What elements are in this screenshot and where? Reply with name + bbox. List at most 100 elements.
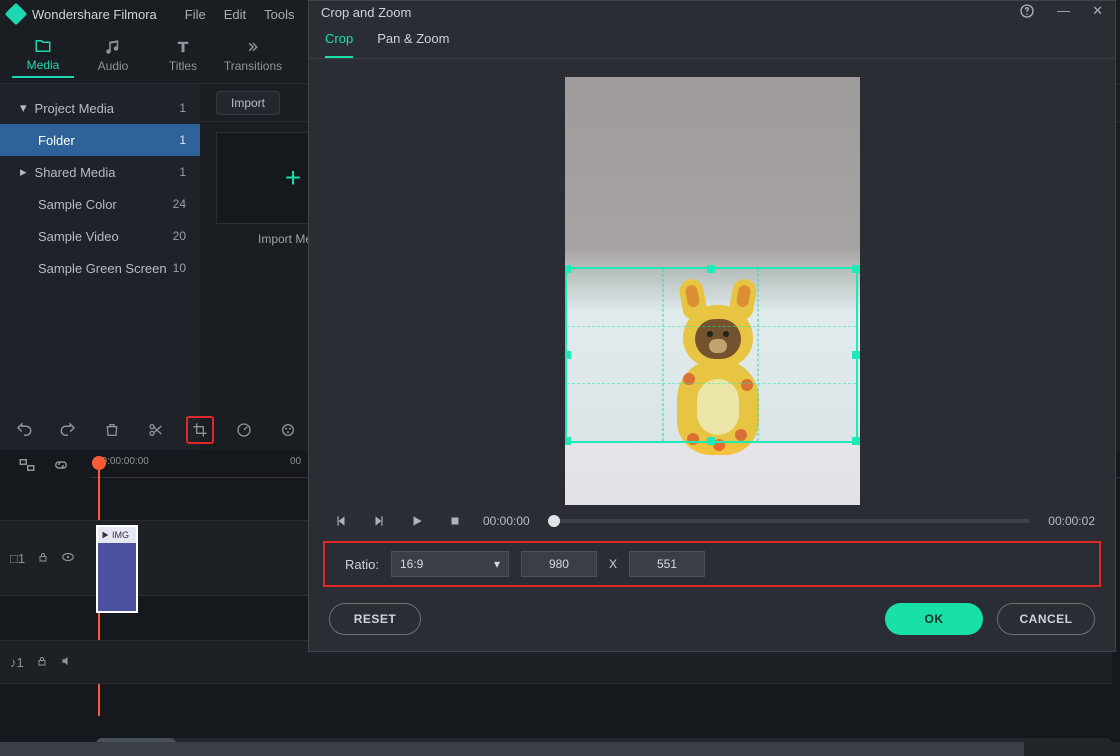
- tab-crop[interactable]: Crop: [325, 31, 353, 58]
- lock-icon[interactable]: [36, 655, 48, 670]
- tree-count: 10: [173, 261, 186, 275]
- dialog-title: Crop and Zoom: [321, 5, 411, 20]
- reset-button[interactable]: RESET: [329, 603, 421, 635]
- app-name: Wondershare Filmora: [32, 7, 157, 22]
- redo-icon[interactable]: [54, 416, 82, 444]
- menu-edit[interactable]: Edit: [224, 7, 246, 22]
- help-icon[interactable]: [1019, 3, 1035, 22]
- music-icon: [104, 38, 122, 56]
- tab-titles[interactable]: Titles: [152, 34, 214, 77]
- speed-icon[interactable]: [230, 416, 258, 444]
- tab-pan-zoom[interactable]: Pan & Zoom: [377, 31, 449, 58]
- minimize-icon[interactable]: —: [1057, 3, 1070, 22]
- tree-label: Sample Color: [38, 197, 117, 212]
- tree-count: 1: [179, 133, 186, 147]
- tab-transitions-label: Transitions: [224, 59, 282, 73]
- import-button[interactable]: Import: [216, 91, 280, 115]
- text-icon: [174, 38, 192, 56]
- tree-shared-media[interactable]: ▸Shared Media 1: [0, 156, 200, 188]
- tab-media[interactable]: Media: [12, 33, 74, 78]
- window-scrollbar[interactable]: [0, 742, 1120, 756]
- time-total: 00:00:02: [1048, 514, 1095, 528]
- tree-label: Sample Video: [38, 229, 119, 244]
- seek-bar[interactable]: [548, 519, 1031, 523]
- color-icon[interactable]: [274, 416, 302, 444]
- tree-count: 20: [173, 229, 186, 243]
- track-id: ♪1: [10, 655, 24, 670]
- track-id: □1: [10, 551, 25, 566]
- crop-handle[interactable]: [852, 265, 860, 273]
- tree-count: 1: [179, 165, 186, 179]
- crop-rectangle[interactable]: [565, 267, 858, 443]
- tab-transitions[interactable]: Transitions: [222, 34, 284, 77]
- tree-label: Project Media: [35, 101, 114, 116]
- lock-icon[interactable]: [37, 551, 49, 566]
- delete-icon[interactable]: [98, 416, 126, 444]
- crop-handle[interactable]: [852, 351, 860, 359]
- close-icon[interactable]: ✕: [1092, 3, 1103, 22]
- main-menu: File Edit Tools Vi: [185, 7, 324, 22]
- next-frame-icon[interactable]: [369, 511, 389, 531]
- group-icon[interactable]: [18, 456, 36, 474]
- tree-count: 1: [179, 101, 186, 115]
- crop-height-input[interactable]: 551: [629, 551, 705, 577]
- tree-project-media[interactable]: ▾ Project Media 1: [0, 92, 200, 124]
- tab-media-label: Media: [27, 58, 60, 72]
- crop-handle[interactable]: [707, 437, 715, 445]
- track-header: ♪1: [0, 654, 86, 671]
- ratio-value: 16:9: [400, 557, 423, 571]
- tree-count: 24: [173, 197, 186, 211]
- dialog-actions: RESET OK CANCEL: [309, 587, 1115, 651]
- clip-label: IMG: [112, 530, 129, 540]
- dialog-tabs: Crop Pan & Zoom: [309, 23, 1115, 59]
- folder-icon: [34, 37, 52, 55]
- transition-icon: [244, 38, 262, 56]
- menu-tools[interactable]: Tools: [264, 7, 294, 22]
- play-icon[interactable]: [407, 511, 427, 531]
- crop-width-input[interactable]: 980: [521, 551, 597, 577]
- tree-sample-green-screen[interactable]: Sample Green Screen 10: [0, 252, 200, 284]
- playback-controls: 00:00:00 00:00:02: [309, 505, 1115, 535]
- stop-icon[interactable]: [445, 511, 465, 531]
- menu-file[interactable]: File: [185, 7, 206, 22]
- ratio-label: Ratio:: [345, 557, 379, 572]
- tree-folder[interactable]: Folder 1: [0, 124, 200, 156]
- tab-audio-label: Audio: [98, 59, 129, 73]
- ratio-bar: Ratio: 16:9 ▾ 980 X 551: [323, 541, 1101, 587]
- tree-label: Sample Green Screen: [38, 261, 167, 276]
- crop-handle[interactable]: [852, 437, 860, 445]
- plus-icon: +: [285, 162, 301, 194]
- clip-header: IMG: [98, 527, 136, 543]
- timecode-tick: 00: [290, 456, 301, 467]
- crop-preview: [309, 59, 1115, 505]
- eye-icon[interactable]: [61, 550, 75, 567]
- track-header: □1: [0, 550, 86, 567]
- tree-sample-color[interactable]: Sample Color 24: [0, 188, 200, 220]
- tree-label: Folder: [38, 133, 75, 148]
- crop-handle[interactable]: [565, 265, 571, 273]
- time-current: 00:00:00: [483, 514, 530, 528]
- cancel-button[interactable]: CANCEL: [997, 603, 1095, 635]
- timeline-clip[interactable]: IMG: [96, 525, 138, 613]
- ok-button[interactable]: OK: [885, 603, 983, 635]
- crop-zoom-dialog: Crop and Zoom — ✕ Crop Pan & Zoom: [308, 0, 1116, 652]
- video-frame[interactable]: [565, 77, 860, 505]
- dialog-titlebar: Crop and Zoom — ✕: [309, 1, 1115, 23]
- prev-frame-icon[interactable]: [331, 511, 351, 531]
- crop-handle[interactable]: [707, 265, 715, 273]
- chevron-right-icon: ▸: [20, 164, 27, 180]
- chevron-down-icon: ▾: [20, 100, 27, 116]
- tab-titles-label: Titles: [169, 59, 197, 73]
- speaker-icon[interactable]: [60, 654, 74, 671]
- tree-sample-video[interactable]: Sample Video 20: [0, 220, 200, 252]
- crop-handle[interactable]: [565, 351, 571, 359]
- scrollbar-thumb[interactable]: [0, 742, 1024, 756]
- crop-handle[interactable]: [565, 437, 571, 445]
- undo-icon[interactable]: [10, 416, 38, 444]
- seek-thumb[interactable]: [548, 515, 560, 527]
- tab-audio[interactable]: Audio: [82, 34, 144, 77]
- split-icon[interactable]: [142, 416, 170, 444]
- ratio-dropdown[interactable]: 16:9 ▾: [391, 551, 509, 577]
- link-icon[interactable]: [52, 456, 70, 474]
- crop-tool-icon[interactable]: [186, 416, 214, 444]
